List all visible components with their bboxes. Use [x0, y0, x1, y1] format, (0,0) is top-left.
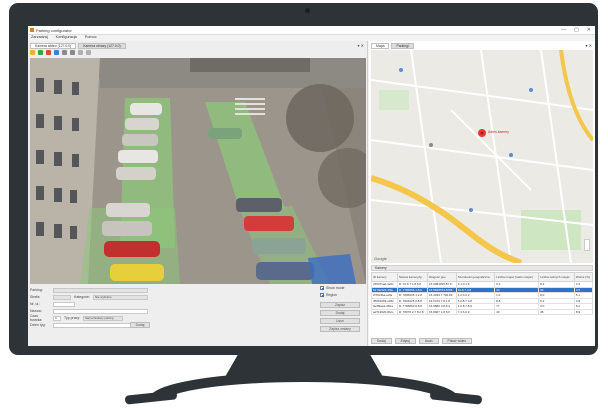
parking-form: Parking: Strefa: Kategorie: Nie wybrano … — [30, 286, 366, 344]
delete-camera-button[interactable]: Usuń — [418, 338, 439, 344]
kategorie-select[interactable]: Nie wybrano — [92, 294, 148, 300]
cell-lon: 15.8907 1.8 8.6 — [427, 308, 457, 315]
dzien-label: Dzien tyg: — [30, 323, 46, 327]
add-camera-button[interactable]: Dodaj — [371, 338, 392, 344]
parking-label: Parking: — [30, 288, 43, 292]
monitor-bezel: Parking configurator — ▢ ✕ Zarzadzaj Kon… — [9, 3, 598, 355]
drawing-toolbar — [30, 50, 91, 56]
usun-button[interactable]: Usuń — [320, 318, 360, 324]
strefa-field[interactable] — [53, 294, 71, 300]
dodaj-inline-button[interactable]: Dodaj — [130, 322, 150, 328]
delete-icon[interactable] — [46, 50, 51, 55]
video-pane: Kamera wideo (127.0.0) Kamera obrazy (12… — [28, 41, 368, 346]
undo-icon[interactable] — [78, 50, 83, 55]
google-logo: Google — [374, 256, 387, 261]
show-video-button[interactable]: Pokaż wideo — [441, 338, 473, 344]
minimize-button[interactable]: — — [561, 27, 566, 33]
window-titlebar: Parking configurator — ▢ ✕ — [28, 26, 595, 35]
cell-lon: 15.4039 7 700,83 — [427, 292, 457, 299]
zoom-controls[interactable] — [584, 239, 590, 251]
zoom-out-icon[interactable] — [70, 50, 75, 55]
redo-icon[interactable] — [86, 50, 91, 55]
window-controls: — ▢ ✕ — [561, 27, 591, 33]
region-box[interactable] — [320, 293, 324, 297]
tab-video-camera[interactable]: Kamera wideo (127.0.0) — [30, 43, 77, 49]
table-header-row: ID kamery Nazwa kamery/ip Długość geo Sz… — [371, 272, 594, 282]
cell-id: ad719020-8bcc — [371, 308, 398, 315]
zapisz-zmiany-button[interactable]: Zapisz zmiany — [320, 326, 360, 332]
col-name[interactable]: Nazwa kamery/ip — [396, 272, 429, 282]
nr-field[interactable] — [53, 301, 75, 307]
video-tabs: Kamera wideo (127.0.0) Kamera obrazy (12… — [30, 43, 126, 49]
webcam-dot — [305, 8, 310, 13]
cameras-panel-title: Kamery — [371, 265, 593, 271]
map-pane: Mapa Parkingi ▾ ✕ Adres kamery Google Ka… — [369, 41, 595, 346]
region-checkbox[interactable]: Region — [320, 293, 337, 297]
cell-lon: 15.9848703.8786 — [427, 286, 457, 293]
col-free[interactable]: Liczba wolnych miejsc — [538, 272, 575, 282]
nazwa-field[interactable] — [53, 308, 148, 314]
cell-free: 38 — [538, 308, 575, 315]
typ-label: Typ pracy: — [64, 316, 81, 320]
zapisz-button[interactable]: Zapisz — [320, 302, 360, 308]
show-mode-checkbox[interactable]: Show mode — [320, 286, 344, 290]
table-row[interactable]: ad719020-8bcc R: 78076 2.7 8.2.8 15.8907… — [371, 308, 594, 315]
zoom-in-icon[interactable] — [62, 50, 67, 55]
show-mode-box[interactable] — [320, 286, 324, 290]
monitor-foot-right — [429, 390, 483, 405]
map-tabs: Mapa Parkingi — [371, 43, 414, 49]
nr-label: Nr. ul.: — [30, 302, 41, 306]
col-spots[interactable]: Liczba miejsc (radio miejsc) — [494, 272, 540, 282]
select-icon[interactable] — [54, 50, 59, 55]
tab-mapa[interactable]: Mapa — [371, 43, 390, 49]
parking-lot-scene — [30, 58, 366, 284]
city-map — [371, 50, 593, 263]
czas-field[interactable]: 0 — [53, 315, 61, 321]
add-zone-icon[interactable] — [38, 50, 43, 55]
strefa-label: Strefa: — [30, 295, 41, 299]
col-lat[interactable]: Szerokość geograficzna — [455, 272, 496, 282]
map-marker-label: Adres kamery — [488, 130, 509, 134]
camera-video-view[interactable] — [30, 58, 366, 284]
monitor-foot-left — [124, 390, 178, 405]
maximize-button[interactable]: ▢ — [574, 27, 579, 33]
show-mode-label: Show mode — [326, 286, 345, 290]
dodaj-button[interactable]: Dodaj — [320, 310, 360, 316]
typ-select[interactable]: Samochodowy parking — [83, 315, 124, 321]
czas-label: Czas trwania: — [30, 314, 43, 322]
cell-ip: R: 78076 2.7 8.2.8 — [396, 308, 429, 315]
map-view[interactable]: Adres kamery Google — [371, 50, 593, 263]
cell-id: d5661069-e93c — [371, 297, 398, 304]
app-icon — [30, 28, 34, 32]
edit-camera-button[interactable]: Edytuj — [394, 338, 416, 344]
tab-parkingi[interactable]: Parkingi — [391, 43, 414, 49]
video-pane-controls[interactable]: ▾ ✕ — [358, 43, 364, 48]
cameras-table: ID kamery Nazwa kamery/ip Długość geo Sz… — [371, 272, 594, 315]
folder-icon[interactable] — [30, 50, 35, 55]
screen: Parking configurator — ▢ ✕ Zarzadzaj Kon… — [28, 26, 595, 346]
cell-lat: 7.4 6.0.9 — [455, 308, 496, 315]
col-lon[interactable]: Długość geo — [427, 272, 457, 282]
camera-actions: Dodaj Edytuj Usuń Pokaż wideo — [371, 338, 473, 344]
cell-pct: 8.9 — [573, 308, 594, 315]
col-id[interactable]: ID kamery — [371, 272, 398, 282]
window-title: Parking configurator — [36, 28, 72, 33]
map-pane-controls[interactable]: ▾ ✕ — [586, 43, 592, 48]
parking-field[interactable] — [53, 287, 148, 293]
close-button[interactable]: ✕ — [587, 27, 591, 33]
nazwa-label: Nazwa: — [30, 309, 42, 313]
col-pct[interactable]: Wolne (%) — [573, 272, 594, 282]
kategorie-label: Kategorie: — [74, 295, 90, 299]
region-label: Region — [326, 293, 338, 297]
cell-id: c56371ad-4e0c — [371, 281, 398, 288]
tab-image-camera[interactable]: Kamera obrazy (127.0.0) — [78, 43, 126, 49]
cell-spots: 43 — [494, 308, 540, 315]
